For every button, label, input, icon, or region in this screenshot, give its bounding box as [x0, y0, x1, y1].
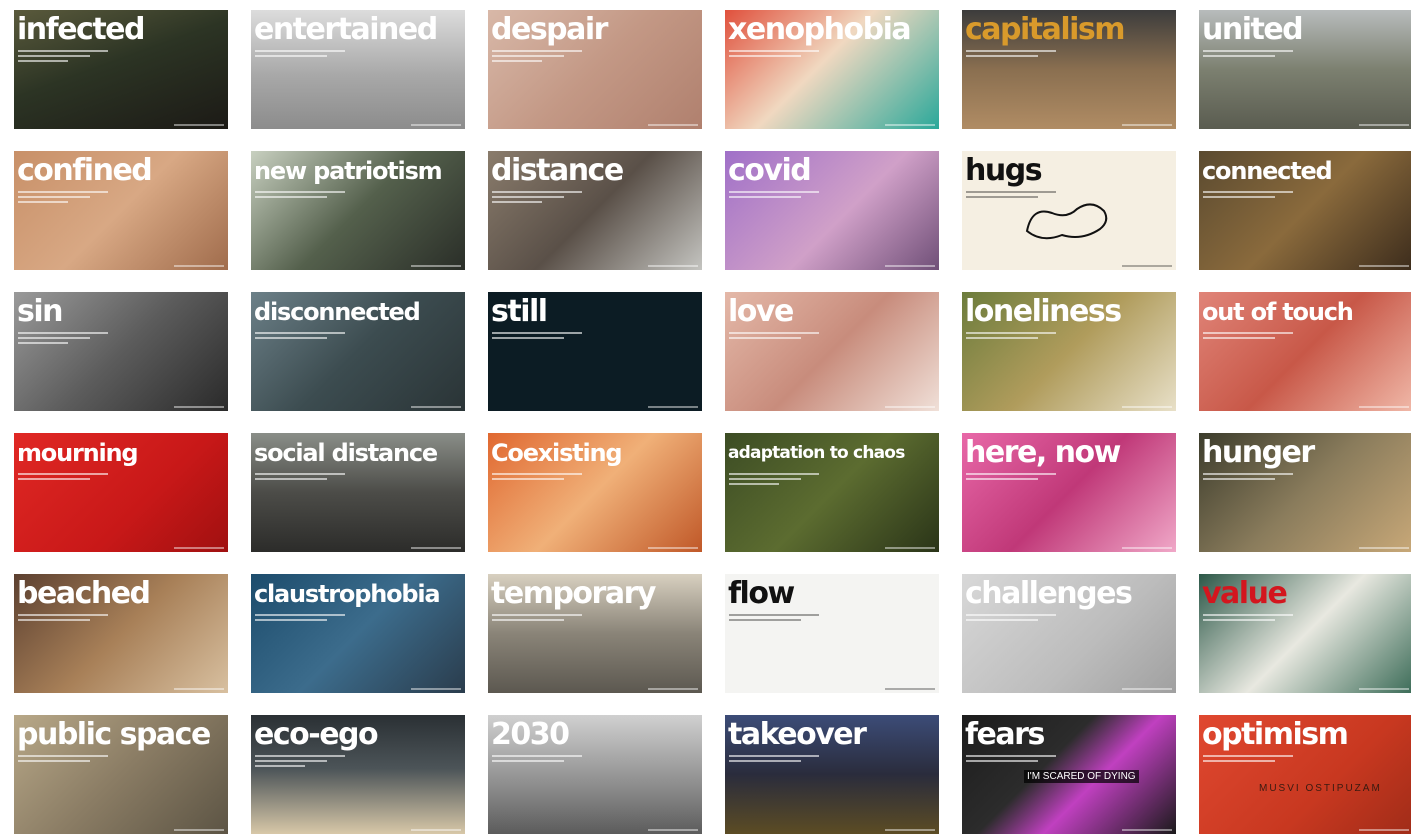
- tile-infected: infected: [14, 10, 228, 129]
- tile-word: claustrophobia: [254, 580, 441, 608]
- tile-word: united: [1202, 12, 1304, 47]
- tile-word: public space: [17, 717, 211, 752]
- tile-hugs: hugs: [962, 151, 1176, 270]
- tile-word: love: [728, 294, 794, 329]
- tile-xenophobia: xenophobia: [725, 10, 939, 129]
- tile-temporary: temporary: [488, 574, 702, 693]
- tile-distance: distance: [488, 151, 702, 270]
- tile-capitalism: capitalism: [962, 10, 1176, 129]
- tile-word: takeover: [728, 717, 867, 752]
- tile-eco-ego: eco-ego: [251, 715, 465, 834]
- tile-word: temporary: [491, 576, 656, 611]
- tile-word: fears: [965, 717, 1045, 752]
- tile-word: value: [1202, 576, 1288, 611]
- tile-word: beached: [17, 576, 151, 611]
- tile-still: still: [488, 292, 702, 411]
- tile-word: confined: [17, 153, 153, 188]
- tile-disconnected: disconnected: [251, 292, 465, 411]
- tile-out-of-touch: out of touch: [1199, 292, 1411, 411]
- collage-grid: infected entertained despair xenophobia …: [14, 10, 1411, 834]
- tile-confined: confined: [14, 151, 228, 270]
- tile-despair: despair: [488, 10, 702, 129]
- tile-word: eco-ego: [254, 717, 379, 752]
- tile-united: united: [1199, 10, 1411, 129]
- tile-entertained: entertained: [251, 10, 465, 129]
- tile-word: mourning: [17, 439, 139, 467]
- tile-word: adaptation to chaos: [728, 443, 905, 463]
- tile-fears: fears I'M SCARED OF DYING: [962, 715, 1176, 834]
- tile-caption: I'M SCARED OF DYING: [1024, 770, 1139, 783]
- tile-word: still: [491, 294, 548, 329]
- tile-takeover: takeover: [725, 715, 939, 834]
- tile-word: hunger: [1202, 435, 1315, 470]
- tile-covid: covid: [725, 151, 939, 270]
- tile-word: disconnected: [254, 298, 421, 326]
- tile-word: capitalism: [965, 12, 1126, 47]
- tile-challenges: challenges: [962, 574, 1176, 693]
- tile-value: value: [1199, 574, 1411, 693]
- tile-caption: MUSVI OSTIPUZAM: [1259, 783, 1382, 794]
- tile-word: xenophobia: [728, 12, 912, 47]
- tile-word: Coexisting: [491, 439, 623, 467]
- tile-word: new patriotism: [254, 157, 443, 185]
- tile-word: loneliness: [965, 294, 1122, 329]
- tile-word: connected: [1202, 157, 1333, 185]
- tile-optimism: optimism MUSVI OSTIPUZAM: [1199, 715, 1411, 834]
- tile-2030: 2030: [488, 715, 702, 834]
- tile-claustrophobia: claustrophobia: [251, 574, 465, 693]
- tile-beached: beached: [14, 574, 228, 693]
- tile-word: sin: [17, 294, 64, 329]
- tile-word: here, now: [965, 435, 1121, 470]
- tile-here-now: here, now: [962, 433, 1176, 552]
- tile-word: flow: [728, 576, 795, 611]
- hugging-arms-icon: [1025, 203, 1108, 240]
- tile-love: love: [725, 292, 939, 411]
- tile-word: distance: [491, 153, 624, 188]
- tile-word: entertained: [254, 12, 438, 47]
- tile-social-distance: social distance: [251, 433, 465, 552]
- tile-word: social distance: [254, 439, 438, 467]
- tile-loneliness: loneliness: [962, 292, 1176, 411]
- tile-coexisting: Coexisting: [488, 433, 702, 552]
- tile-new-patriotism: new patriotism: [251, 151, 465, 270]
- tile-word: challenges: [965, 576, 1133, 611]
- tile-public-space: public space: [14, 715, 228, 834]
- tile-word: despair: [491, 12, 608, 47]
- tile-word: covid: [728, 153, 812, 188]
- tile-word: optimism: [1202, 717, 1349, 752]
- tile-word: 2030: [491, 717, 570, 752]
- tile-word: hugs: [965, 153, 1043, 188]
- tile-flow: flow: [725, 574, 939, 693]
- tile-hunger: hunger: [1199, 433, 1411, 552]
- tile-mourning: mourning: [14, 433, 228, 552]
- tile-word: out of touch: [1202, 298, 1354, 326]
- tile-word: infected: [17, 12, 145, 47]
- tile-connected: connected: [1199, 151, 1411, 270]
- tile-sin: sin: [14, 292, 228, 411]
- tile-adaptation-to-chaos: adaptation to chaos: [725, 433, 939, 552]
